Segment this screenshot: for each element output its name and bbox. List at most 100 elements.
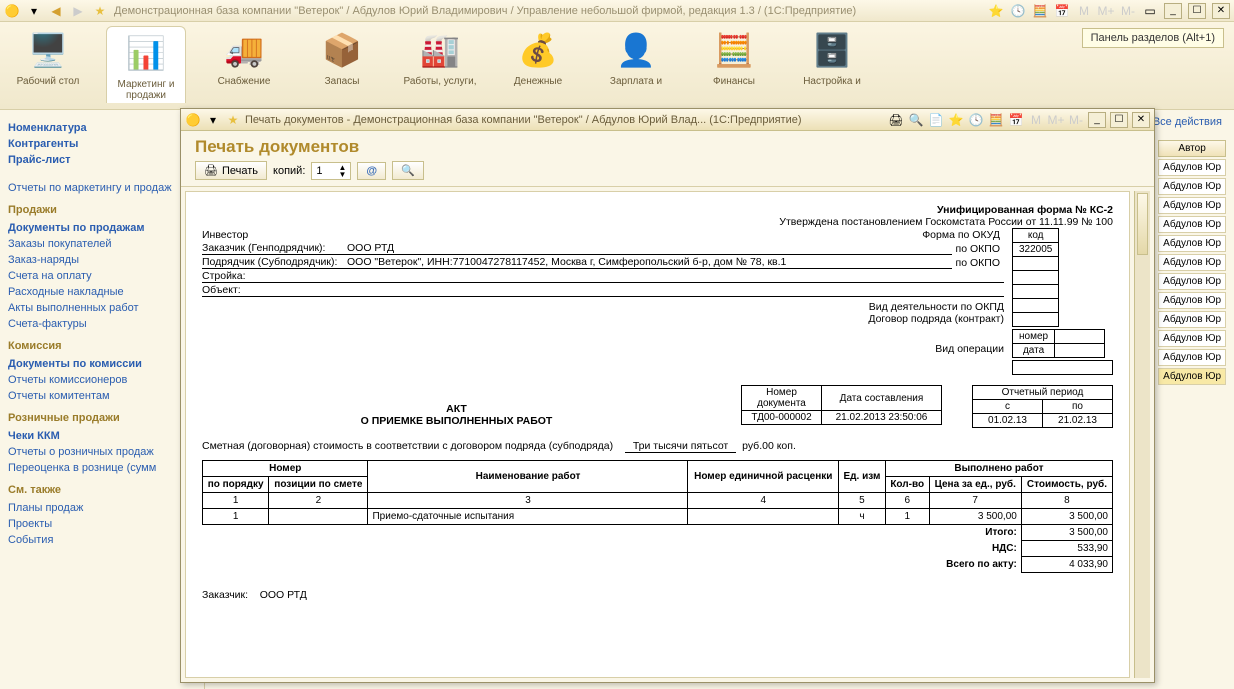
estimate-label: Сметная (договорная) стоимость в соответ… <box>202 440 613 452</box>
inner-minimize-button[interactable]: _ <box>1088 112 1106 128</box>
print-window-title: Печать документов - Демонстрационная баз… <box>245 114 884 126</box>
total-all-value: 4 033,90 <box>1021 557 1112 573</box>
table-row[interactable]: Абдулов Юр <box>1158 159 1226 176</box>
calc-icon[interactable]: 🧮 <box>1032 3 1048 19</box>
nav-group-commission: Комиссия <box>8 340 196 352</box>
page-icon[interactable]: 📄 <box>928 112 944 128</box>
total-nds-value: 533,90 <box>1021 541 1112 557</box>
nav-group-sales: Продажи <box>8 204 196 216</box>
nav-acts[interactable]: Акты выполненных работ <box>8 300 196 316</box>
main-close-button[interactable]: ✕ <box>1212 3 1230 19</box>
nav-kkm[interactable]: Чеки ККМ <box>8 428 196 444</box>
table-row[interactable]: Абдулов Юр <box>1158 197 1226 214</box>
table-row: 1 Приемо-сдаточные испытания ч 1 3 500,0… <box>203 509 1113 525</box>
total-nds-label: НДС: <box>203 541 1022 557</box>
nav-commissioner-reports[interactable]: Отчеты комиссионеров <box>8 372 196 388</box>
section-works[interactable]: 🏭Работы, услуги, <box>400 26 480 87</box>
main-minimize-button[interactable]: _ <box>1164 3 1182 19</box>
nav-principal-reports[interactable]: Отчеты комитентам <box>8 388 196 404</box>
print-icon[interactable]: 🖨 <box>888 112 904 128</box>
nav-commission-docs[interactable]: Документы по комиссии <box>8 356 196 372</box>
nav-pricelist[interactable]: Прайс-лист <box>8 152 196 168</box>
preview-icon[interactable]: 🔍 <box>908 112 924 128</box>
inner-maximize-button[interactable]: ☐ <box>1110 112 1128 128</box>
section-stock[interactable]: 📦Запасы <box>302 26 382 87</box>
nav-customer-orders[interactable]: Заказы покупателей <box>8 236 196 252</box>
doc-date: 21.02.2013 23:50:06 <box>822 411 942 425</box>
table-row[interactable]: Абдулов Юр <box>1158 330 1226 347</box>
nav-shipments[interactable]: Расходные накладные <box>8 284 196 300</box>
section-finance[interactable]: 🧮Финансы <box>694 26 774 87</box>
nav-sales-plans[interactable]: Планы продаж <box>8 500 196 516</box>
dropdown-icon[interactable]: ▾ <box>205 112 221 128</box>
nav-nomenclature[interactable]: Номенклатура <box>8 120 196 136</box>
nav-retail-reval[interactable]: Переоценка в рознице (сумм <box>8 460 196 476</box>
customer-value: ООО РТД <box>347 242 952 254</box>
nav-projects[interactable]: Проекты <box>8 516 196 532</box>
table-row-selected[interactable]: Абдулов Юр <box>1158 368 1226 385</box>
history-icon[interactable]: 🕓 <box>1010 3 1026 19</box>
section-desktop[interactable]: 🖥️Рабочий стол <box>8 26 88 87</box>
table-row[interactable]: Абдулов Юр <box>1158 292 1226 309</box>
op-cell <box>1012 360 1113 375</box>
calendar-icon[interactable]: 📅 <box>1008 112 1024 128</box>
docnum-table: Номер документаДата составления ТД00-000… <box>741 385 942 425</box>
calc-icon[interactable]: 🧮 <box>988 112 1004 128</box>
section-marketing[interactable]: 📊Маркетинг и продажи <box>106 26 186 103</box>
author-table: Автор Абдулов Юр Абдулов Юр Абдулов Юр А… <box>1156 138 1228 387</box>
inner-close-button[interactable]: ✕ <box>1132 112 1150 128</box>
section-salary[interactable]: 👤Зарплата и <box>596 26 676 87</box>
contract-label: Договор подряда (контракт) <box>868 313 1004 325</box>
main-maximize-button[interactable]: ☐ <box>1188 3 1206 19</box>
vertical-scrollbar[interactable] <box>1134 191 1150 678</box>
app-logo-icon: 🟡 <box>185 112 201 128</box>
print-button[interactable]: 🖨 Печать <box>195 161 267 180</box>
fav-add-icon[interactable]: ⭐ <box>948 112 964 128</box>
dropdown-icon[interactable]: ▾ <box>26 3 42 19</box>
nav-counterparties[interactable]: Контрагенты <box>8 136 196 152</box>
table-row[interactable]: Абдулов Юр <box>1158 216 1226 233</box>
table-row[interactable]: Абдулов Юр <box>1158 254 1226 271</box>
nav-work-orders[interactable]: Заказ-наряды <box>8 252 196 268</box>
favorite-icon[interactable]: ★ <box>92 3 108 19</box>
section-money[interactable]: 💰Денежные <box>498 26 578 87</box>
table-row[interactable]: Абдулов Юр <box>1158 235 1226 252</box>
nav-invoices[interactable]: Счета на оплату <box>8 268 196 284</box>
table-row[interactable]: Абдулов Юр <box>1158 349 1226 366</box>
table-row[interactable]: Абдулов Юр <box>1158 273 1226 290</box>
email-button[interactable]: @ <box>357 162 386 180</box>
m-icon[interactable]: M <box>1076 3 1092 19</box>
favorite-icon[interactable]: ★ <box>225 112 241 128</box>
nav-fwd-icon[interactable]: ▶ <box>70 3 86 19</box>
m-icon[interactable]: M <box>1028 112 1044 128</box>
section-supply[interactable]: 🚚Снабжение <box>204 26 284 87</box>
nav-back-icon[interactable]: ◀ <box>48 3 64 19</box>
nav-sales-docs[interactable]: Документы по продажам <box>8 220 196 236</box>
nav-invoices-tax[interactable]: Счета-фактуры <box>8 316 196 332</box>
toolbar-menu-icon[interactable]: ▭ <box>1142 3 1158 19</box>
nav-marketing-reports[interactable]: Отчеты по маркетингу и продаж <box>8 180 196 196</box>
history-icon[interactable]: 🕓 <box>968 112 984 128</box>
calendar-icon[interactable]: 📅 <box>1054 3 1070 19</box>
table-row[interactable]: Абдулов Юр <box>1158 178 1226 195</box>
search-button[interactable]: 🔍 <box>392 161 424 180</box>
document-preview[interactable]: Унифицированная форма № КС-2 Утверждена … <box>185 191 1130 678</box>
customer-label: Заказчик (Генподрядчик): <box>202 242 347 254</box>
mplus-icon[interactable]: M+ <box>1098 3 1114 19</box>
money-icon: 💰 <box>514 26 562 74</box>
nav-retail-reports[interactable]: Отчеты о розничных продаж <box>8 444 196 460</box>
chart-icon: 📊 <box>122 29 170 77</box>
print-window-titlebar[interactable]: 🟡 ▾ ★ Печать документов - Демонстрационн… <box>181 109 1154 131</box>
nav-events[interactable]: События <box>8 532 196 548</box>
mplus-icon[interactable]: M+ <box>1048 112 1064 128</box>
total-all-label: Всего по акту: <box>203 557 1022 573</box>
mminus-icon[interactable]: M- <box>1120 3 1136 19</box>
mminus-icon[interactable]: M- <box>1068 112 1084 128</box>
codes-table: код 322005 <box>1012 228 1059 327</box>
fav-add-icon[interactable]: ⭐ <box>988 3 1004 19</box>
all-actions-link[interactable]: Все действия <box>1153 116 1222 128</box>
col-author[interactable]: Автор <box>1158 140 1226 157</box>
copies-input[interactable]: 1▲▼ <box>311 162 351 180</box>
table-row[interactable]: Абдулов Юр <box>1158 311 1226 328</box>
section-settings[interactable]: 🗄️Настройка и <box>792 26 872 87</box>
